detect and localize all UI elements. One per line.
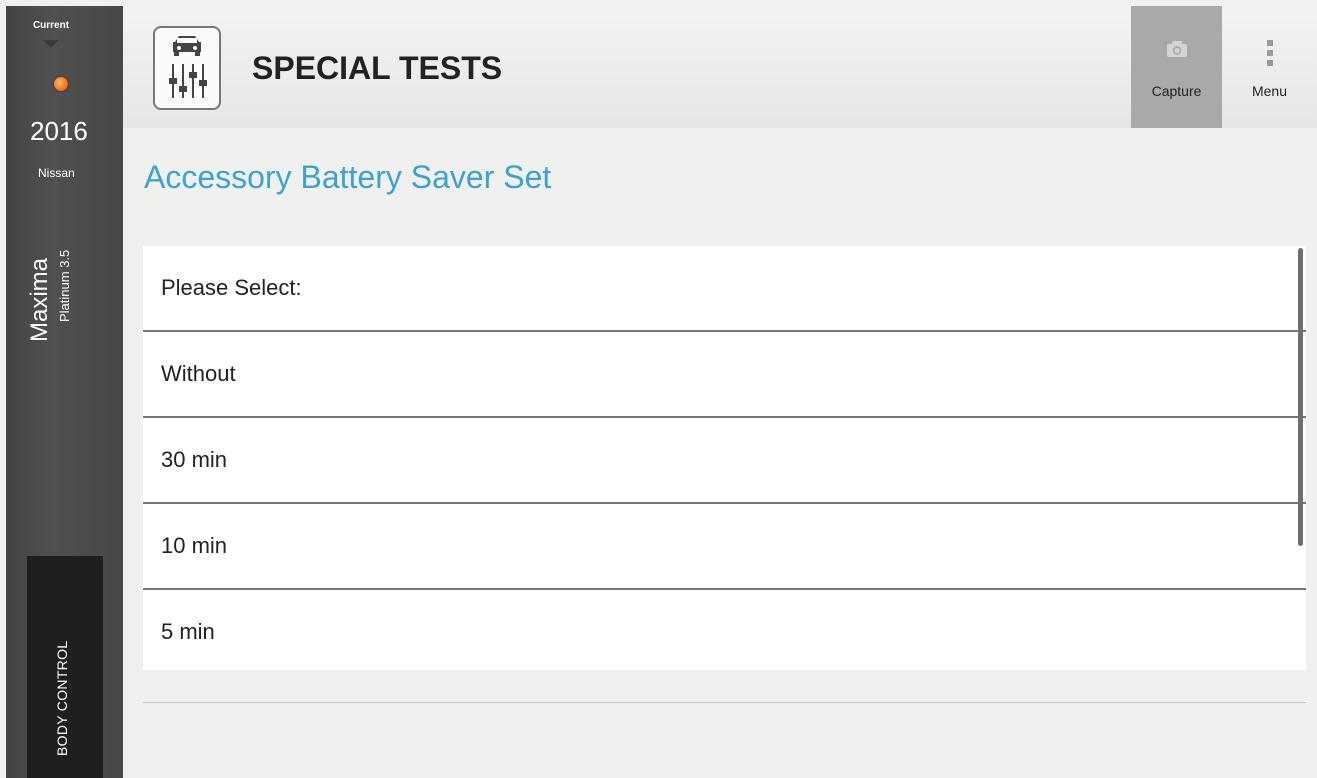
capture-button[interactable]: Capture — [1131, 6, 1222, 128]
section-title: Accessory Battery Saver Set — [144, 159, 552, 195]
bottom-divider — [143, 702, 1306, 703]
list-item-prompt: Please Select: — [143, 246, 1306, 332]
list-item-30-min[interactable]: 30 min — [143, 418, 1306, 504]
vehicle-model-block: Maxima Platinum 3.5 — [26, 202, 106, 342]
list-item-10-min[interactable]: 10 min — [143, 504, 1306, 590]
current-vehicle-tab[interactable]: Current — [6, 6, 96, 48]
list-scrollbar[interactable] — [1298, 248, 1303, 546]
more-vertical-icon — [1267, 40, 1273, 66]
vehicle-make: Nissan — [38, 166, 75, 180]
menu-label: Menu — [1251, 83, 1288, 99]
current-label: Current — [32, 20, 70, 31]
page-title: SPECIAL TESTS — [252, 50, 503, 86]
menu-button[interactable]: Menu — [1222, 6, 1317, 128]
module-tab-body-control[interactable]: BODY CONTROL — [27, 556, 103, 778]
current-notch — [43, 40, 59, 48]
vehicle-year: 2016 — [30, 116, 88, 146]
vehicle-sidebar: Current 2016 Nissan Maxima Platinum 3.5 … — [6, 6, 123, 778]
car-sliders-icon — [153, 26, 221, 110]
camera-icon — [1167, 41, 1187, 57]
vehicle-model: Maxima — [26, 257, 53, 342]
list-item-without[interactable]: Without — [143, 332, 1306, 418]
app-header: SPECIAL TESTS Capture Menu — [123, 6, 1317, 128]
module-label: BODY CONTROL — [54, 640, 70, 756]
vehicle-trim: Platinum 3.5 — [57, 249, 72, 322]
option-list: Please Select: Without 30 min 10 min 5 m… — [143, 246, 1306, 670]
list-item-5-min[interactable]: 5 min — [143, 590, 1306, 674]
connection-status-icon — [54, 77, 68, 91]
capture-label: Capture — [1151, 83, 1202, 99]
